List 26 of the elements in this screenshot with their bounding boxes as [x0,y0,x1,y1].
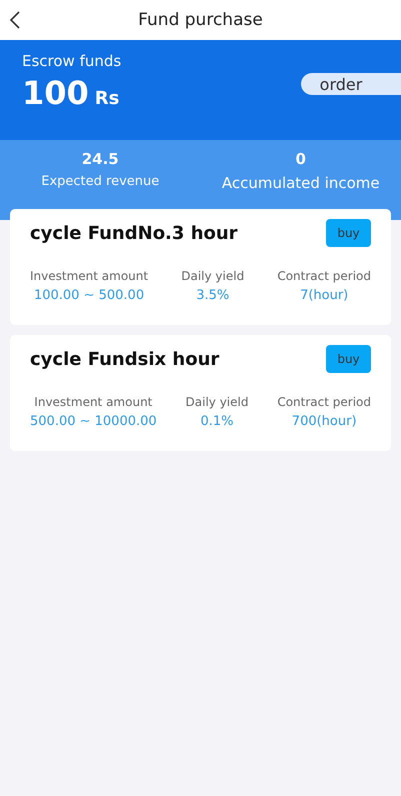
fund-name: cycle Fundsix hour [30,348,220,370]
field-label: Contract period [277,395,371,409]
field-label: Daily yield [186,395,248,409]
stat-value: 24.5 [82,150,119,168]
field-label: Contract period [277,269,371,283]
field-label: Daily yield [181,269,244,283]
field-value: 7(hour) [300,288,348,303]
page-title: Fund purchase [138,10,263,30]
field-label: Investment amount [30,269,148,283]
field-value: 0.1% [200,414,234,429]
escrow-label: Escrow funds [22,52,122,70]
escrow-amount: 100 [22,74,89,112]
field-value: 700(hour) [292,414,357,429]
buy-button[interactable]: buy [326,219,371,247]
field-value: 500.00 ~ 10000.00 [30,414,157,429]
stat-label: Accumulated income [222,174,380,192]
back-icon[interactable] [8,10,22,30]
stat-value: 0 [296,150,306,168]
order-button[interactable]: order [301,73,401,95]
field-value: 3.5% [196,288,230,303]
field-value: 100.00 ~ 500.00 [34,288,144,303]
fund-name: cycle FundNo.3 hour [30,222,238,244]
buy-button[interactable]: buy [326,345,371,373]
field-label: Investment amount [34,395,152,409]
stat-label: Expected revenue [41,174,160,189]
currency-unit: Rs [94,88,120,109]
